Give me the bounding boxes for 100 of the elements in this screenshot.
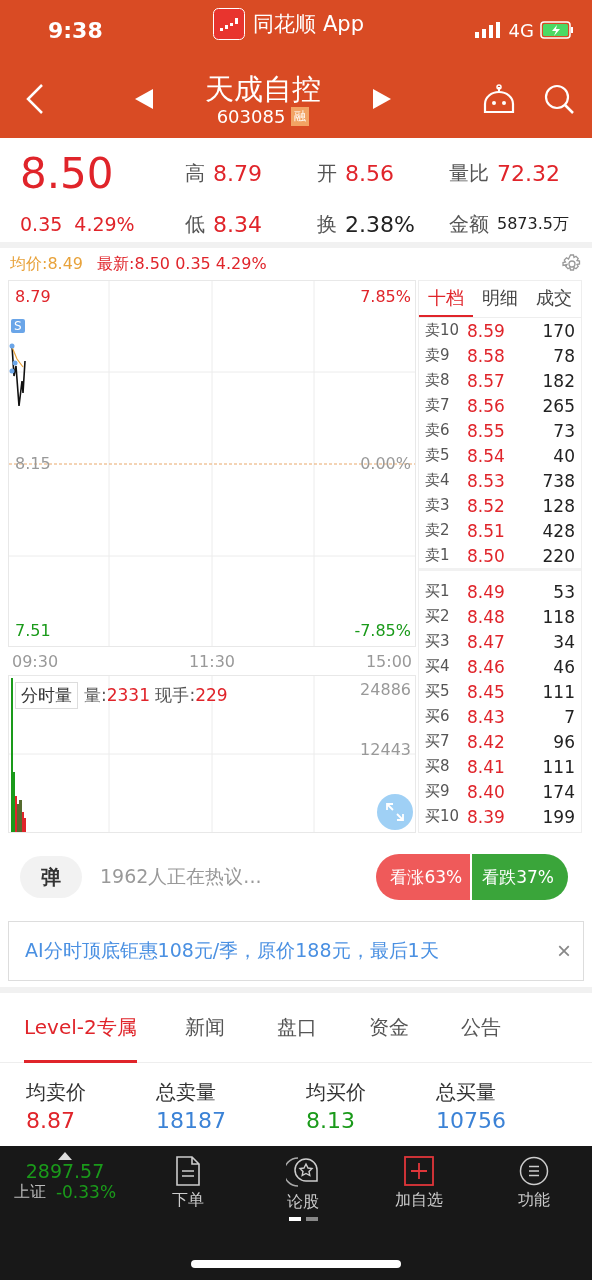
level-price: 8.49 [467,581,506,602]
level-volume: 34 [552,631,575,652]
promo-banner[interactable]: AI分时顶底钜惠108元/季，原价188元，最后1天 × [8,921,584,981]
nav-item[interactable]: 加自选 [361,1152,477,1211]
section-tab[interactable]: 资金 [368,992,409,1063]
stock-code: 603085 [216,105,286,127]
level-label: 买6 [425,707,451,726]
level2-value: 10756 [436,1108,507,1133]
search-icon[interactable] [544,84,574,114]
nav-item[interactable]: 功能 [476,1152,592,1211]
battery-charging-icon [540,21,574,39]
section-tab[interactable]: Level-2专属 [24,992,137,1063]
axis-high-price: 8.79 [15,287,51,306]
next-stock-icon[interactable] [373,89,391,109]
level-price: 8.45 [467,681,506,702]
stat-label: 低 [185,210,205,238]
level-price: 8.39 [467,806,506,827]
level-volume: 220 [541,545,575,566]
stat-value: 8.56 [345,160,394,186]
stat-label: 高 [185,159,205,187]
level-label: 卖8 [425,371,451,390]
stat-value: 2.38% [345,211,415,237]
nav-item[interactable]: 论股 [245,1152,361,1213]
level-price: 8.55 [467,420,506,441]
level-volume: 199 [541,806,575,827]
stat-value: 8.34 [213,211,262,237]
level-label: 卖1 [425,546,451,565]
level2-value: 8.87 [26,1108,76,1133]
level-volume: 96 [552,731,575,752]
danmaku-button[interactable]: 弹 [20,856,82,898]
index-change: -0.33% [55,1182,117,1203]
level-label: 卖3 [425,496,451,515]
section-tab[interactable]: 盘口 [276,992,317,1063]
level-volume: 182 [541,370,575,391]
section-tab[interactable]: 新闻 [184,992,225,1063]
price-change: 0.35 [20,213,63,235]
status-time: 9:38 [48,17,103,43]
back-icon[interactable] [26,83,44,115]
level2-label: 均买价 [306,1079,367,1106]
previous-stock-icon[interactable] [135,89,153,109]
level-label: 卖2 [425,521,451,540]
level-label: 卖7 [425,396,451,415]
level-label: 买9 [425,782,451,801]
close-button[interactable]: × [557,937,571,965]
level-price: 8.47 [467,631,506,652]
level-label: 卖5 [425,446,451,465]
expand-icon [385,802,405,822]
percent-change: 4.29% [74,213,135,235]
level-volume: 428 [541,520,575,541]
settings-icon[interactable] [562,254,582,274]
level-label: 买10 [425,807,461,826]
axis-low-percent: -7.85% [354,621,411,640]
level-volume: 7 [563,706,575,727]
section-tab[interactable]: 公告 [460,992,501,1063]
level-price: 8.46 [467,656,506,677]
level-volume: 118 [541,606,575,627]
stat-label: 量比 [449,159,489,187]
app-logo-icon [213,8,246,40]
index-value: 2897.57 [25,1160,105,1182]
level-price: 8.43 [467,706,506,727]
last-price: 8.50 [20,148,115,198]
order-book-tab[interactable]: 十档 [419,281,473,317]
axis-low-price: 7.51 [15,621,51,640]
level-volume: 174 [541,781,575,802]
star-bubble-icon [286,1156,321,1188]
level2-value: 8.13 [306,1108,356,1133]
robot-icon[interactable] [482,84,516,114]
stat-value: 8.79 [213,160,262,186]
level-label: 买2 [425,607,451,626]
order-book-tab[interactable]: 成交 [527,281,581,317]
volume-tick: 12443 [360,740,411,759]
signal-marker: S [11,319,25,333]
order-book-tab[interactable]: 明细 [473,281,527,317]
level-label: 买4 [425,657,451,676]
level-volume: 111 [541,756,575,777]
time-label: 09:30 [12,651,59,671]
level-label: 卖6 [425,421,451,440]
document-icon [174,1156,201,1186]
nav-item[interactable]: 下单 [130,1152,246,1211]
level2-value: 18187 [156,1108,227,1133]
level-price: 8.41 [467,756,506,777]
time-label: 15:00 [365,651,412,671]
level-volume: 738 [541,470,575,491]
level-price: 8.50 [467,545,506,566]
level-label: 买1 [425,582,451,601]
stat-value: 72.32 [497,160,560,186]
level-price: 8.48 [467,606,506,627]
level-volume: 40 [552,445,575,466]
level-volume: 128 [541,495,575,516]
average-price: 均价:8.49 [10,253,83,275]
level-price: 8.52 [467,495,506,516]
level-price: 8.59 [467,320,506,341]
level-label: 卖4 [425,471,451,490]
axis-base-percent: 0.00% [360,454,411,473]
level-price: 8.51 [467,520,506,541]
level-volume: 53 [552,581,575,602]
level-label: 买7 [425,732,451,751]
app-name: 同花顺 App [253,11,364,38]
expand-up-icon[interactable] [58,1152,72,1160]
stock-name: 天成自控 [205,71,321,106]
